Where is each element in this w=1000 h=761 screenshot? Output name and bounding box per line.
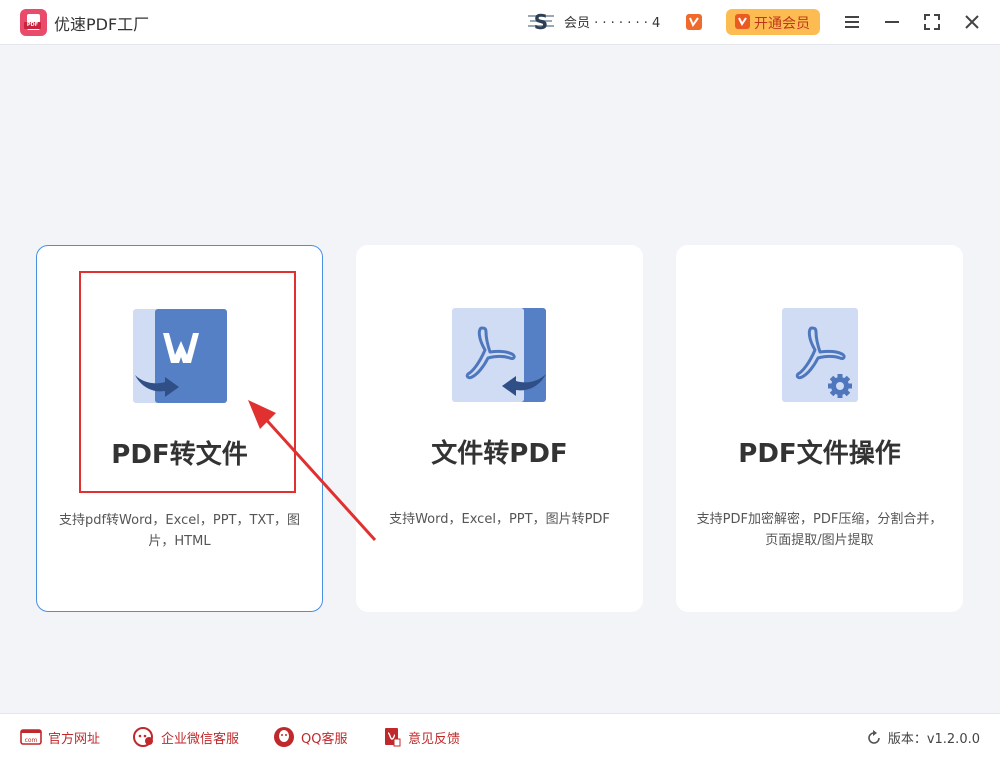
minimize-icon[interactable] <box>880 10 904 34</box>
version-label: 版本：v1.2.0.0 <box>887 732 980 747</box>
maximize-icon[interactable] <box>920 10 944 34</box>
open-membership-button[interactable]: 开通会员 <box>726 9 820 35</box>
pdf-settings-icon <box>782 308 858 402</box>
version-info: 版本：v1.2.0.0 <box>866 728 980 747</box>
wechat-service-link[interactable]: 企业微信客服 <box>133 727 239 747</box>
feedback-label: 意见反馈 <box>408 731 461 747</box>
footer-bar: com 官方网址 企业微信客服 QQ客服 意见反馈 版本：v1.2.0.0 <box>0 713 1000 761</box>
feedback-link[interactable]: 意见反馈 <box>382 727 460 747</box>
title-bar: PDF 优速PDF工厂 S 会员 · · · · · · · 4 开通会员 <box>0 0 1000 45</box>
feedback-icon <box>385 728 401 747</box>
wechat-service-label: 企业微信客服 <box>161 731 240 747</box>
user-name[interactable]: 会员 · · · · · · · 4 <box>564 12 660 31</box>
card-description: 支持PDF加密解密，PDF压缩，分割合并，页面提取/图片提取 <box>696 512 943 548</box>
card-title: 文件转PDF <box>431 439 568 469</box>
app-logo-icon: PDF <box>20 9 47 36</box>
menu-icon[interactable] <box>840 10 864 34</box>
wechat-icon <box>133 727 153 747</box>
user-avatar-icon[interactable]: S <box>527 11 555 33</box>
open-membership-label: 开通会员 <box>754 16 810 32</box>
qq-service-link[interactable]: QQ客服 <box>273 727 347 747</box>
qq-icon <box>274 727 294 747</box>
pdf-document-icon <box>452 308 546 402</box>
refresh-icon[interactable] <box>866 729 882 746</box>
app-title: 优速PDF工厂 <box>54 15 150 34</box>
official-website-link[interactable]: com 官方网址 <box>20 727 100 747</box>
close-icon[interactable] <box>960 10 984 34</box>
card-pdf-operations[interactable]: PDF文件操作 支持PDF加密解密，PDF压缩，分割合并，页面提取/图片提取 <box>676 245 963 612</box>
card-description: 支持pdf转Word，Excel，PPT，TXT，图片，HTML <box>58 513 301 549</box>
svg-text:com: com <box>25 737 38 744</box>
vip-icon <box>735 14 750 29</box>
official-website-label: 官方网址 <box>48 731 101 747</box>
card-title: PDF文件操作 <box>738 439 901 469</box>
card-file-to-pdf[interactable]: 文件转PDF 支持Word，Excel，PPT，图片转PDF <box>356 245 643 612</box>
svg-text:S: S <box>534 11 548 33</box>
card-description: 支持Word，Excel，PPT，图片转PDF <box>389 512 610 527</box>
website-icon: com <box>20 729 42 745</box>
qq-service-label: QQ客服 <box>301 731 348 747</box>
vip-badge-icon <box>686 14 702 30</box>
annotation-highlight-box <box>79 271 296 493</box>
